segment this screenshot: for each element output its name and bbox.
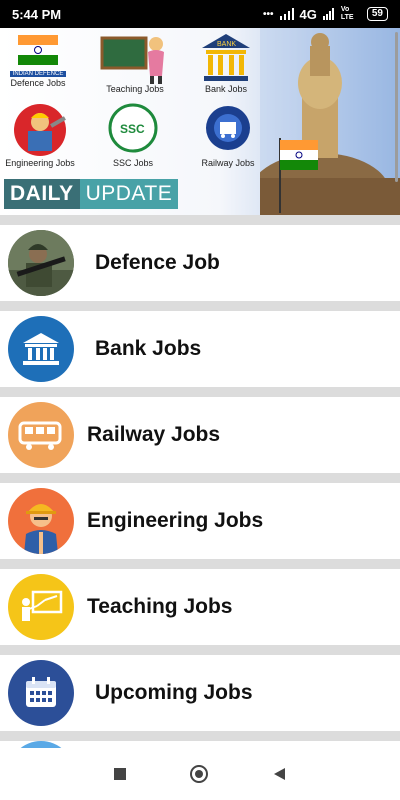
emblem-dome-illustration [260, 28, 400, 215]
calendar-icon [8, 660, 74, 726]
network-type: 4G [299, 6, 317, 22]
banner-category-label: Railway Jobs [201, 158, 255, 168]
list-item-bank[interactable]: Bank Jobs [0, 311, 400, 387]
daily-text: DAILY [4, 179, 80, 209]
back-triangle-icon[interactable] [272, 767, 286, 781]
system-navigation-bar [0, 748, 400, 800]
teacher-board-icon [8, 574, 74, 640]
banner-category-label: SSC Jobs [112, 158, 154, 168]
separator [0, 559, 400, 569]
recents-square-icon[interactable] [114, 768, 126, 780]
list-item-defence[interactable]: Defence Job [0, 225, 400, 301]
signal-bars-icon-2 [322, 8, 334, 20]
railway-logo-icon [203, 100, 253, 158]
update-text: UPDATE [79, 179, 179, 209]
banner-category-defence[interactable]: INDIAN DEFENCE Defence Jobs [6, 30, 70, 88]
bank-badge: BANK [217, 41, 236, 48]
list-item-label: Upcoming Jobs [95, 681, 253, 704]
battery-icon: 59 [366, 7, 388, 21]
partial-item-icon [8, 741, 74, 748]
banner-category-engineering[interactable]: Engineering Jobs [2, 100, 78, 168]
list-item-railway[interactable]: Railway Jobs [0, 397, 400, 473]
separator [0, 301, 400, 311]
india-flag-icon [16, 30, 60, 70]
separator [0, 731, 400, 741]
daily-update-logo: DAILY UPDATE [4, 179, 179, 209]
banner-category-railway[interactable]: Railway Jobs [196, 100, 260, 168]
separator [0, 645, 400, 655]
banner-category-label: Engineering Jobs [5, 158, 75, 168]
list-item-upcoming[interactable]: Upcoming Jobs [0, 655, 400, 731]
banner-category-label: Defence Jobs [10, 78, 66, 88]
ssc-badge: SSC [120, 122, 145, 136]
separator [0, 215, 400, 225]
engineer-avatar-icon [8, 488, 74, 554]
banner-category-bank[interactable]: BANK Bank Jobs [196, 30, 256, 94]
status-time: 5:44 PM [12, 6, 62, 22]
volte-indicator: Vo LTE [340, 6, 354, 21]
scrollbar[interactable] [395, 32, 398, 182]
teacher-board-icon [100, 30, 170, 84]
list-item-engineering[interactable]: Engineering Jobs [0, 483, 400, 559]
separator [0, 387, 400, 397]
defence-badge: INDIAN DEFENCE [10, 71, 66, 77]
bank-building-icon [8, 316, 74, 382]
signal-dots-icon: ••• [263, 8, 274, 20]
list-item-partial[interactable] [0, 741, 400, 748]
status-bar: 5:44 PM ••• 4G Vo LTE 59 [0, 0, 400, 28]
banner-category-ssc[interactable]: SSC SSC Jobs [106, 100, 160, 168]
bank-building-icon: BANK [198, 30, 254, 84]
list-item-label: Engineering Jobs [87, 509, 264, 532]
train-icon [8, 402, 74, 468]
banner-category-label: Teaching Jobs [106, 84, 164, 94]
list-item-label: Teaching Jobs [87, 595, 233, 618]
list-item-label: Bank Jobs [95, 337, 202, 360]
banner-category-label: Bank Jobs [204, 84, 248, 94]
list-item-teaching[interactable]: Teaching Jobs [0, 569, 400, 645]
banner-category-teaching[interactable]: Teaching Jobs [98, 30, 172, 94]
home-circle-icon[interactable] [190, 765, 208, 783]
ssc-logo-icon: SSC [108, 100, 158, 158]
separator [0, 473, 400, 483]
list-item-label: Defence Job [95, 251, 220, 274]
signal-bars-icon [279, 8, 294, 20]
status-icons: ••• 4G Vo LTE 59 [263, 6, 388, 22]
soldier-photo [8, 230, 74, 296]
engineer-icon [10, 100, 70, 158]
daily-update-banner[interactable]: INDIAN DEFENCE Defence Jobs Teaching Job… [0, 28, 400, 215]
list-item-label: Railway Jobs [87, 423, 221, 446]
